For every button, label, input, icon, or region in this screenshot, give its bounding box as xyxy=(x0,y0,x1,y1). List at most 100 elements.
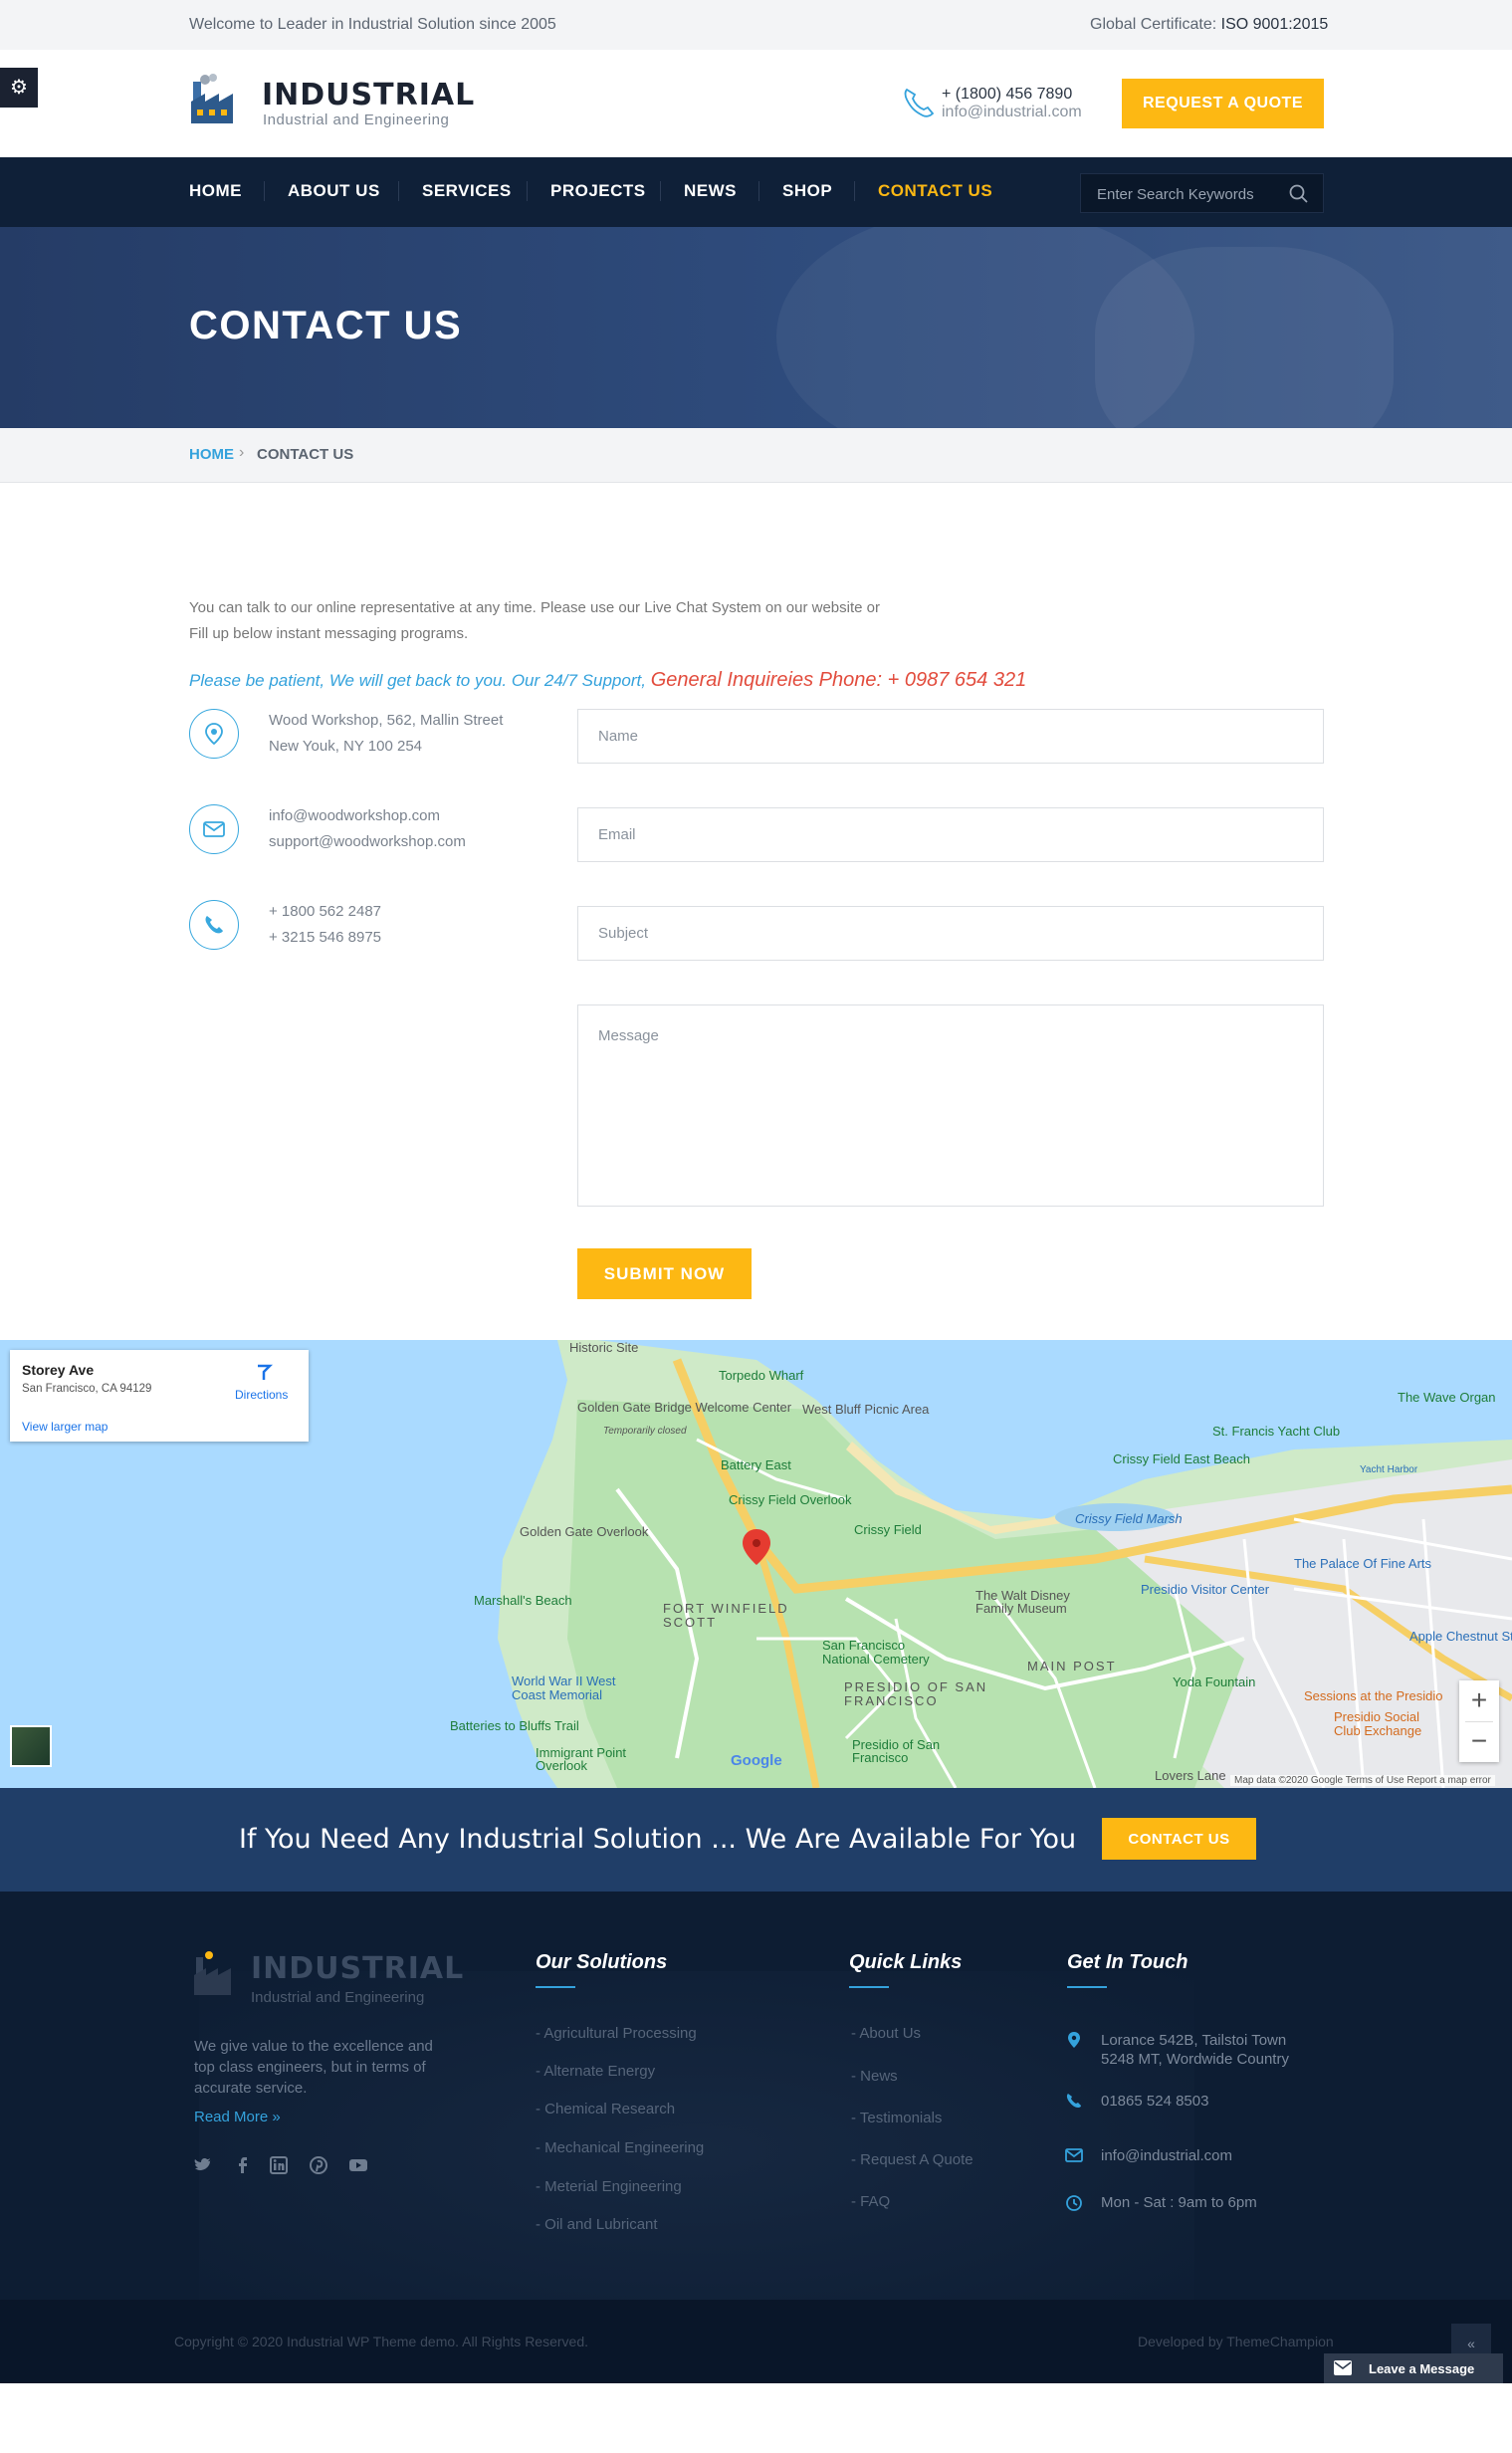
support-line: Please be patient, We will get back to y… xyxy=(189,669,1026,692)
header-email[interactable]: info@industrial.com xyxy=(942,104,1082,121)
certificate-text: Global Certificate: ISO 9001:2015 xyxy=(1090,16,1328,34)
footer-solution-link[interactable]: - Oil and Lubricant xyxy=(536,2216,658,2233)
footer-solution-link[interactable]: - Meterial Engineering xyxy=(536,2178,682,2195)
copyright-text: Copyright © 2020 Industrial WP Theme dem… xyxy=(174,2334,588,2349)
map-label: Crissy Field Overlook xyxy=(729,1492,852,1507)
footer-solution-link[interactable]: - Agricultural Processing xyxy=(536,2025,697,2042)
cta-contact-button[interactable]: CONTACT US xyxy=(1102,1818,1256,1860)
address-circle xyxy=(189,709,239,759)
map-label: St. Francis Yacht Club xyxy=(1212,1424,1341,1439)
footer-quick-link[interactable]: - News xyxy=(851,2068,898,2085)
map-place-title: Storey Ave xyxy=(22,1362,95,1378)
map-label: Presidio Visitor Center xyxy=(1141,1582,1270,1597)
intro-text-line2: Fill up below instant messaging programs… xyxy=(189,625,469,642)
footer-quick-link[interactable]: - FAQ xyxy=(851,2193,890,2210)
leave-message-label: Leave a Message xyxy=(1369,2361,1475,2376)
welcome-text: Welcome to Leader in Industrial Solution… xyxy=(189,16,556,33)
envelope-icon xyxy=(203,821,225,837)
logo-subtitle: Industrial and Engineering xyxy=(263,112,450,128)
top-bar: Welcome to Leader in Industrial Solution… xyxy=(0,0,1512,50)
request-quote-button[interactable]: REQUEST A QUOTE xyxy=(1122,79,1324,128)
nav-shop[interactable]: SHOP xyxy=(782,181,832,201)
footer-solution-link[interactable]: - Chemical Research xyxy=(536,2101,675,2118)
youtube-icon[interactable] xyxy=(348,2155,368,2175)
map-label: FORT WINFIELD SCOTT xyxy=(663,1601,789,1630)
satellite-toggle[interactable] xyxy=(10,1725,52,1767)
view-larger-map-link[interactable]: View larger map xyxy=(22,1420,108,1434)
footer-quick-link[interactable]: - About Us xyxy=(851,2025,921,2042)
map-label: Golden Gate Bridge Welcome Center xyxy=(577,1400,792,1415)
nav-home[interactable]: HOME xyxy=(189,181,242,201)
phone-icon xyxy=(904,88,935,117)
zoom-in-button[interactable]: + xyxy=(1459,1680,1499,1721)
nav-contact-us[interactable]: CONTACT US xyxy=(878,181,992,201)
nav-projects[interactable]: PROJECTS xyxy=(550,181,646,201)
map-label: Golden Gate Overlook xyxy=(520,1524,649,1539)
phone-circle xyxy=(189,900,239,950)
footer-factory-logo-icon xyxy=(194,1951,231,1995)
map-label: The Wave Organ xyxy=(1398,1390,1496,1405)
footer-quick-link[interactable]: - Request A Quote xyxy=(851,2151,973,2168)
footer-address: Lorance 542B, Tailstoi Town 5248 MT, Wor… xyxy=(1101,2031,1289,2069)
search-input[interactable] xyxy=(1097,182,1286,206)
logo-title[interactable]: INDUSTRIAL xyxy=(262,78,475,112)
map-attribution[interactable]: Map data ©2020 Google Terms of Use Repor… xyxy=(1230,1775,1495,1786)
map-label: San Francisco National Cemetery xyxy=(822,1638,930,1667)
address-line2: New Youk, NY 100 254 xyxy=(269,738,423,755)
breadcrumb-chevron-icon: › xyxy=(239,444,245,461)
map-place-address: San Francisco, CA 94129 xyxy=(22,1383,152,1395)
contact-email1[interactable]: info@woodworkshop.com xyxy=(269,803,466,829)
breadcrumb-home[interactable]: HOME xyxy=(189,446,234,463)
zoom-out-button[interactable]: − xyxy=(1459,1721,1499,1762)
facebook-icon[interactable] xyxy=(233,2155,253,2175)
nav-about-us[interactable]: ABOUT US xyxy=(288,181,380,201)
map-label: PRESIDIO OF SAN FRANCISCO xyxy=(844,1679,988,1708)
factory-logo-icon[interactable] xyxy=(189,72,241,127)
map-label: Yacht Harbor xyxy=(1360,1464,1418,1475)
page-title: CONTACT US xyxy=(189,304,463,347)
footer-phone[interactable]: 01865 524 8503 xyxy=(1101,2092,1208,2111)
directions-link[interactable]: Directions xyxy=(235,1388,288,1402)
map-label: Battery East xyxy=(721,1457,791,1472)
map-label: Presidio of San Francisco xyxy=(852,1737,941,1765)
map-place-card: Storey Ave San Francisco, CA 94129 View … xyxy=(10,1350,309,1442)
developed-by-text[interactable]: Developed by ThemeChampion xyxy=(1138,2334,1334,2349)
footer-envelope-icon xyxy=(1065,2148,1083,2162)
map-label: Crissy Field xyxy=(854,1522,922,1537)
phone-icon xyxy=(205,916,223,934)
search-icon[interactable] xyxy=(1288,183,1310,205)
twitter-icon[interactable] xyxy=(193,2155,213,2175)
settings-gear-icon[interactable]: ⚙ xyxy=(0,68,38,108)
map-label: Immigrant Point Overlook xyxy=(536,1745,627,1773)
pinterest-icon[interactable] xyxy=(309,2155,328,2175)
mail-icon xyxy=(1334,2360,1352,2375)
leave-message-button[interactable]: Leave a Message xyxy=(1324,2353,1503,2383)
footer-email[interactable]: info@industrial.com xyxy=(1101,2146,1232,2165)
map-label: Sessions at the Presidio xyxy=(1304,1688,1443,1703)
nav-services[interactable]: SERVICES xyxy=(422,181,512,201)
location-pin-icon xyxy=(205,723,223,746)
name-field[interactable] xyxy=(577,709,1324,764)
submit-button[interactable]: SUBMIT NOW xyxy=(577,1248,752,1299)
address-block: Wood Workshop, 562, Mallin Street New Yo… xyxy=(269,708,503,760)
footer-solutions-heading: Our Solutions xyxy=(536,1951,668,1973)
certificate-label: Global Certificate: xyxy=(1090,16,1217,33)
email-field[interactable] xyxy=(577,807,1324,862)
subject-field[interactable] xyxy=(577,906,1324,961)
linkedin-icon[interactable] xyxy=(269,2155,289,2175)
footer-quick-link[interactable]: - Testimonials xyxy=(851,2110,942,2126)
map-label: Marshall's Beach xyxy=(474,1593,572,1608)
general-inquiries-phone: General Inquireies Phone: + 0987 654 321 xyxy=(650,669,1027,691)
breadcrumb-current: CONTACT US xyxy=(257,446,354,463)
contact-phone1[interactable]: + 1800 562 2487 xyxy=(269,899,381,925)
contact-phone2[interactable]: + 3215 546 8975 xyxy=(269,925,381,951)
footer-clock-icon xyxy=(1066,2195,1082,2211)
footer-solution-link[interactable]: - Mechanical Engineering xyxy=(536,2139,704,2156)
nav-news[interactable]: NEWS xyxy=(684,181,737,201)
footer-read-more-link[interactable]: Read More » xyxy=(194,2109,281,2125)
directions-icon[interactable] xyxy=(255,1363,273,1381)
footer-solution-link[interactable]: - Alternate Energy xyxy=(536,2063,655,2080)
contact-email2[interactable]: support@woodworkshop.com xyxy=(269,829,466,855)
message-field[interactable] xyxy=(577,1004,1324,1207)
header-phone[interactable]: + (1800) 456 7890 xyxy=(942,86,1072,104)
